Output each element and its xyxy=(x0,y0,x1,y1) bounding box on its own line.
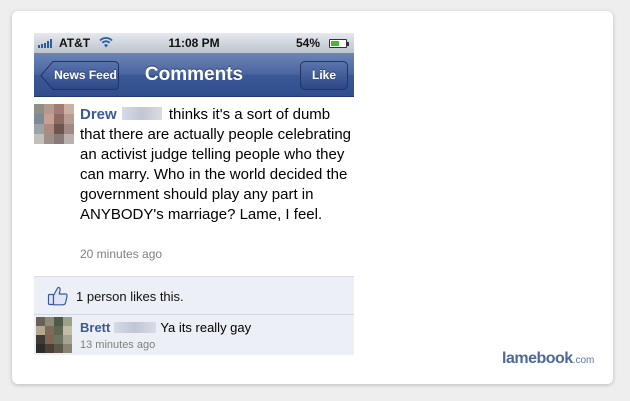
post-body: Drew thinks it's a sort of dumb that the… xyxy=(80,105,352,225)
redacted-surname xyxy=(121,107,162,120)
lamebook-logo: lamebook.com xyxy=(502,350,594,368)
redacted-surname xyxy=(114,322,157,333)
battery-icon xyxy=(329,39,347,48)
like-button[interactable]: Like xyxy=(300,61,348,90)
phone-screen: AT&T 11:08 PM 54% News Feed Comments Lik… xyxy=(34,33,354,355)
post-timestamp: 20 minutes ago xyxy=(80,247,163,261)
commenter-avatar[interactable] xyxy=(36,317,72,353)
likes-summary-bar[interactable]: 1 person likes this. xyxy=(34,276,354,314)
battery-percent: 54% xyxy=(296,36,321,50)
post-author-name[interactable]: Drew xyxy=(80,106,117,123)
status-bar: AT&T 11:08 PM 54% xyxy=(34,33,354,53)
comment-item: Brett Ya its really gay 13 minutes ago xyxy=(34,314,354,355)
comment-message: Ya its really gay xyxy=(160,320,252,335)
likes-count-text: 1 person likes this. xyxy=(76,289,184,304)
battery-level xyxy=(331,41,339,46)
commenter-name[interactable]: Brett xyxy=(80,320,110,335)
watermark-tld: .com xyxy=(572,355,595,366)
thumbs-up-icon xyxy=(47,286,68,306)
comment-body: Brett Ya its really gay xyxy=(80,320,251,335)
post-author-avatar[interactable] xyxy=(34,104,74,144)
watermark-brand: lamebook xyxy=(502,350,573,367)
comment-timestamp: 13 minutes ago xyxy=(80,339,156,351)
post-message: thinks it's a sort of dumb that there ar… xyxy=(80,106,352,223)
navigation-bar: News Feed Comments Like xyxy=(34,53,354,97)
battery-nub xyxy=(347,42,349,46)
